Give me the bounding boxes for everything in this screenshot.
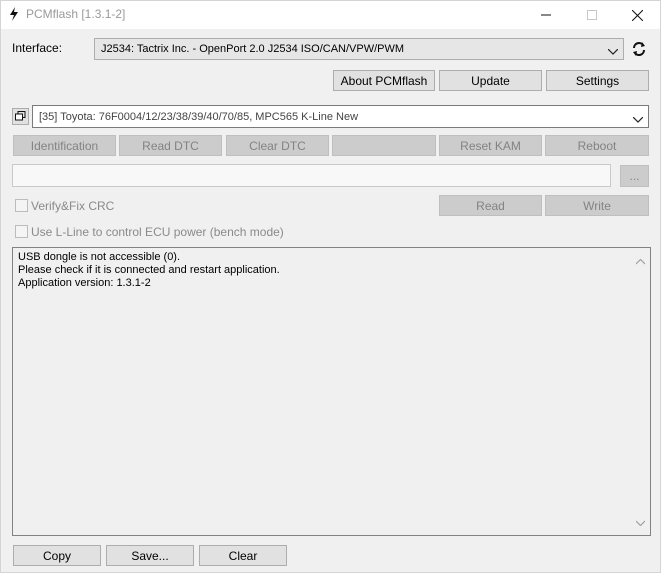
read-button[interactable]: Read: [439, 195, 542, 216]
scroll-down-icon[interactable]: [635, 515, 646, 529]
lightning-bolt-icon: [7, 6, 21, 22]
title-bar: PCMflash [1.3.1-2]: [1, 1, 660, 29]
clear-button[interactable]: Clear: [199, 545, 287, 566]
log-line: USB dongle is not accessible (0).: [18, 251, 181, 263]
reboot-button[interactable]: Reboot: [545, 135, 649, 156]
interface-selected-value: J2534: Tactrix Inc. - OpenPort 2.0 J2534…: [101, 43, 405, 55]
maximize-button: [569, 1, 615, 29]
log-line: Please check if it is connected and rest…: [18, 264, 280, 276]
minimize-icon: [541, 10, 551, 20]
interface-select[interactable]: J2534: Tactrix Inc. - OpenPort 2.0 J2534…: [94, 38, 624, 60]
file-path-input[interactable]: [12, 164, 611, 187]
interface-label: Interface:: [12, 41, 63, 55]
ecu-selected-value: [35] Toyota: 76F0004/12/23/38/39/40/70/8…: [39, 110, 359, 123]
log-line: Application version: 1.3.1-2: [18, 277, 151, 289]
restore-window-button[interactable]: [12, 108, 29, 125]
verify-crc-label: Verify&Fix CRC: [31, 199, 115, 213]
close-button[interactable]: [614, 1, 660, 29]
minimize-button[interactable]: [523, 1, 569, 29]
about-button[interactable]: About PCMflash: [333, 70, 435, 91]
log-output[interactable]: USB dongle is not accessible (0). Please…: [12, 247, 651, 536]
lline-checkbox[interactable]: [15, 225, 28, 238]
ecu-select[interactable]: [35] Toyota: 76F0004/12/23/38/39/40/70/8…: [32, 105, 649, 128]
maximize-icon: [587, 10, 597, 20]
window-title: PCMflash [1.3.1-2]: [26, 7, 126, 21]
blank-action-button[interactable]: [332, 135, 436, 156]
browse-button[interactable]: ...: [620, 165, 649, 187]
scroll-up-icon[interactable]: [635, 254, 646, 268]
close-icon: [631, 9, 643, 21]
lline-label: Use L-Line to control ECU power (bench m…: [31, 225, 284, 239]
identification-button[interactable]: Identification: [13, 135, 116, 156]
refresh-icon[interactable]: [631, 41, 647, 57]
read-dtc-button[interactable]: Read DTC: [119, 135, 222, 156]
clear-dtc-button[interactable]: Clear DTC: [226, 135, 329, 156]
update-button[interactable]: Update: [439, 70, 542, 91]
restore-window-icon: [15, 110, 26, 124]
settings-button[interactable]: Settings: [546, 70, 649, 91]
verify-crc-checkbox[interactable]: [15, 199, 28, 212]
copy-button[interactable]: Copy: [13, 545, 101, 566]
main-window: PCMflash [1.3.1-2] Interface: J2534: Tac…: [0, 0, 661, 573]
reset-kam-button[interactable]: Reset KAM: [439, 135, 542, 156]
save-button[interactable]: Save...: [106, 545, 194, 566]
chevron-down-icon: [632, 114, 644, 126]
chevron-down-icon: [607, 46, 619, 58]
write-button[interactable]: Write: [545, 195, 649, 216]
